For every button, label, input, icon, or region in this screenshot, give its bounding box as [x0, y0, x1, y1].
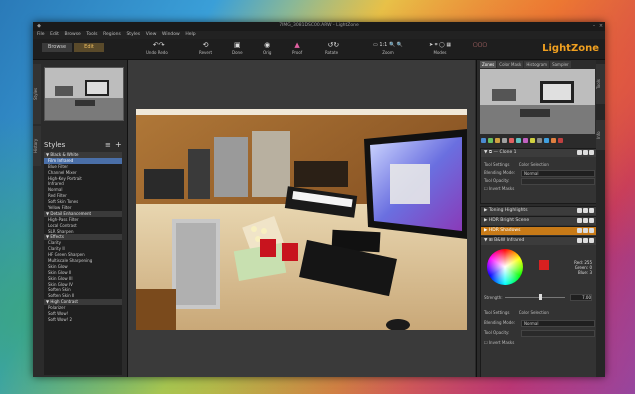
tool-controls[interactable]: [576, 208, 594, 215]
tab-sampler[interactable]: Sampler: [550, 61, 571, 68]
close-icon[interactable]: ×: [598, 23, 604, 29]
preview-thumbnail: [44, 67, 124, 121]
styles-list: ▼ Black & White Film Infrared Blue Filte…: [44, 152, 122, 375]
tool-icons-row: [480, 137, 595, 145]
proof-icon: ▲: [294, 41, 300, 49]
strength-slider[interactable]: [505, 297, 565, 298]
tool-icon[interactable]: [502, 138, 507, 143]
color-selection-tab[interactable]: Color Selection: [519, 310, 549, 315]
proof-button[interactable]: ▲ Proof: [292, 41, 302, 55]
invert-masks-checkbox[interactable]: Invert Masks: [489, 340, 514, 345]
tool-settings-tab[interactable]: Tool Settings: [484, 310, 509, 315]
left-panel: Styles History Styles ≡ + ▼ Black & Whit…: [33, 60, 128, 377]
color-swatch: [539, 260, 549, 270]
right-tabs: Zones Color Mask Histogram Sampler: [480, 61, 572, 68]
title-bar: ◆ 7IMG_3081DSC00.ARW - LightZone – ×: [33, 22, 605, 31]
menu-help[interactable]: Help: [185, 32, 195, 37]
blending-mode-select[interactable]: Normal: [521, 170, 595, 177]
cursor-crop-icon: ➤ ⌗ ◯ ▦: [428, 42, 452, 48]
tab-tools-vertical[interactable]: Tools: [596, 64, 605, 104]
tool-icon[interactable]: [481, 138, 486, 143]
tool-controls[interactable]: [576, 150, 594, 157]
tool-controls[interactable]: [576, 228, 594, 235]
region-icon: ▢▢▢: [472, 42, 488, 48]
tab-color-mask[interactable]: Color Mask: [497, 61, 524, 68]
right-panel: Zones Color Mask Histogram Sampler ▼ ⧉ — Cl…: [476, 60, 597, 377]
tool-icon[interactable]: [558, 138, 563, 143]
strength-label: Strength:: [484, 295, 503, 300]
tab-history-vertical[interactable]: History: [33, 126, 41, 166]
tool-settings-tab[interactable]: Tool Settings: [484, 162, 509, 167]
opacity-slider[interactable]: [521, 178, 595, 185]
strength-input[interactable]: 7.00: [570, 294, 592, 301]
undo-redo-icon: ↶↷: [152, 41, 165, 49]
done-button[interactable]: ▣ Done: [232, 41, 243, 55]
tab-styles-vertical[interactable]: Styles: [33, 64, 41, 124]
revert-icon: ⟲: [202, 41, 209, 49]
tool-icon[interactable]: [509, 138, 514, 143]
zoom-icon: ▭ 1:1 🔍 🔍: [372, 42, 403, 48]
orig-button[interactable]: ◉ Orig: [263, 41, 271, 55]
clone-tool-header[interactable]: ▼ ⧉ — Clone 1: [481, 149, 596, 157]
tool-icon[interactable]: [544, 138, 549, 143]
undo-redo-button[interactable]: ↶↷ Undo Redo: [146, 41, 168, 55]
menu-browse[interactable]: Browse: [64, 32, 80, 37]
rotate-icon: ↺↻: [327, 41, 340, 49]
rotate-button[interactable]: ↺↻ Rotate: [325, 41, 340, 55]
tool-icon[interactable]: [551, 138, 556, 143]
menu-tools[interactable]: Tools: [86, 32, 97, 37]
tool-icon[interactable]: [488, 138, 493, 143]
tool-icon[interactable]: [523, 138, 528, 143]
modes-controls[interactable]: ➤ ⌗ ◯ ▦ Modes: [425, 41, 455, 55]
add-style-icon[interactable]: +: [115, 140, 122, 149]
tool-controls[interactable]: [576, 218, 594, 225]
app-window: ◆ 7IMG_3081DSC00.ARW - LightZone – × Fil…: [33, 22, 605, 377]
color-selection-tab[interactable]: Color Selection: [519, 162, 549, 167]
tool-icon[interactable]: [537, 138, 542, 143]
revert-button[interactable]: ⟲ Revert: [199, 41, 212, 55]
menu-window[interactable]: Window: [162, 32, 180, 37]
opacity-slider[interactable]: [521, 330, 595, 337]
tab-info-vertical[interactable]: Info: [596, 120, 605, 150]
zoom-controls[interactable]: ▭ 1:1 🔍 🔍 Zoom: [368, 41, 408, 55]
menu-edit[interactable]: Edit: [50, 32, 59, 37]
tab-histogram[interactable]: Histogram: [524, 61, 550, 68]
menu-regions[interactable]: Regions: [103, 32, 121, 37]
browse-mode-button[interactable]: Browse: [42, 43, 72, 52]
navigator-preview: [480, 69, 595, 134]
right-side-tabs: Tools Info: [596, 60, 605, 377]
bw-infrared-header[interactable]: ▼ ⊞ B&W Infrared: [481, 237, 596, 245]
eye-icon: ◉: [264, 41, 271, 49]
main-toolbar: Browse Edit ↶↷ Undo Redo ⟲ Revert ▣ Done…: [33, 39, 605, 60]
menu-bar: File Edit Browse Tools Regions Styles Vi…: [33, 31, 605, 39]
tab-zones[interactable]: Zones: [480, 61, 497, 68]
tool-controls[interactable]: [576, 238, 594, 245]
menu-styles[interactable]: Styles: [126, 32, 140, 37]
tool-icon[interactable]: [530, 138, 535, 143]
edited-photo: [136, 109, 467, 330]
tool-icon[interactable]: [495, 138, 500, 143]
menu-file[interactable]: File: [37, 32, 45, 37]
save-icon: ▣: [233, 41, 241, 49]
minimize-icon[interactable]: –: [591, 23, 597, 29]
lightzone-logo: LightZone: [542, 43, 599, 54]
image-canvas[interactable]: [128, 60, 475, 377]
menu-view[interactable]: View: [146, 32, 157, 37]
styles-list-icon[interactable]: ≡: [105, 141, 111, 149]
bw-infrared-panel: ▼ ⊞ B&W Infrared Red: 255 Green: 0 Blue:…: [480, 236, 597, 377]
edit-mode-button[interactable]: Edit: [74, 43, 104, 52]
region-tools[interactable]: ▢▢▢: [470, 41, 490, 49]
color-wheel[interactable]: [487, 249, 523, 285]
clone-tool-panel: ▼ ⧉ — Clone 1 Tool Settings Color Select…: [480, 148, 597, 204]
styles-header: Styles: [44, 141, 66, 149]
invert-masks-checkbox[interactable]: Invert Masks: [489, 186, 514, 191]
strength-slider-handle[interactable]: [539, 294, 542, 300]
window-title: 7IMG_3081DSC00.ARW - LightZone: [279, 23, 359, 28]
blue-value: Blue: 3: [577, 270, 592, 275]
style-item[interactable]: Soft Wow! 2: [44, 317, 122, 323]
blending-mode-select[interactable]: Normal: [521, 320, 595, 327]
tool-icon[interactable]: [516, 138, 521, 143]
